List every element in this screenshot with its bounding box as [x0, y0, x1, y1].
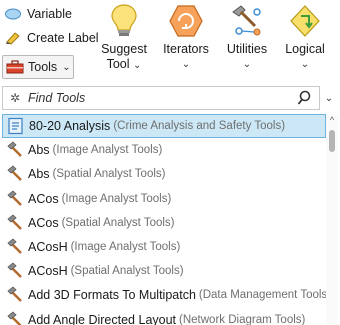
chevron-down-icon: ⌄ — [133, 60, 142, 71]
iterators-button[interactable]: Iterators ⌄ — [159, 2, 213, 80]
logical-button[interactable]: Logical ⌄ — [280, 2, 330, 80]
list-item[interactable]: ACos (Image Analyst Tools) — [2, 187, 326, 211]
tool-name: Add Angle Directed Layout — [28, 312, 177, 325]
suggest-tool-button[interactable]: Suggest Tool ⌄ — [100, 2, 148, 80]
toolbox-name: (Spatial Analyst Tools) — [52, 168, 166, 181]
chevron-down-icon: ⌄ — [181, 59, 191, 70]
hammer-icon — [6, 262, 24, 280]
search-options-dropdown[interactable]: ⌄ — [320, 86, 338, 110]
logical-icon — [285, 2, 325, 40]
toolbox-name: (Image Analyst Tools) — [61, 192, 172, 205]
find-tools-bar: ✲ ⌄ — [2, 86, 338, 110]
tool-name: ACosH — [28, 264, 68, 279]
toolbox-name: (Image Analyst Tools) — [70, 241, 181, 254]
filter-icon[interactable]: ✲ — [6, 91, 24, 105]
list-item[interactable]: Abs (Spatial Analyst Tools) — [2, 162, 326, 186]
toolbox-name: (Spatial Analyst Tools) — [61, 216, 175, 229]
find-tools-box: ✲ — [2, 86, 320, 110]
scroll-up-icon[interactable]: ^ — [326, 114, 338, 126]
variable-icon — [4, 6, 22, 22]
tool-name: ACosH — [28, 240, 68, 255]
toolbox-name: (Crime Analysis and Safety Tools) — [113, 120, 286, 133]
iterators-label: Iterators — [163, 42, 209, 56]
chevron-down-icon: ⌄ — [62, 61, 71, 73]
tool-name: Add 3D Formats To Multipatch — [28, 288, 196, 303]
hammer-icon — [6, 165, 24, 183]
hammer-icon — [6, 190, 24, 208]
modelbuilder-ribbon: Variable Create Label Tools ⌄ Suggest To… — [0, 0, 340, 84]
tools-label: Tools — [28, 60, 58, 74]
tools-dropdown-button[interactable]: Tools ⌄ — [2, 55, 74, 79]
scrollbar-thumb[interactable] — [329, 130, 335, 152]
toolbox-icon — [6, 59, 24, 75]
logical-label: Logical — [285, 42, 325, 56]
utilities-label: Utilities — [226, 42, 268, 56]
utilities-icon — [227, 2, 267, 40]
chevron-down-icon: ⌄ — [242, 59, 252, 70]
toolbox-name: (Spatial Analyst Tools) — [70, 265, 184, 278]
tool-name: Abs — [28, 143, 50, 158]
list-item[interactable]: ACos (Spatial Analyst Tools) — [2, 211, 326, 235]
list-item[interactable]: 80-20 Analysis (Crime Analysis and Safet… — [2, 114, 326, 139]
hammer-icon — [6, 238, 24, 256]
variable-button[interactable]: Variable — [0, 2, 96, 26]
tool-list: 80-20 Analysis (Crime Analysis and Safet… — [2, 114, 326, 325]
label-icon — [4, 30, 22, 46]
find-tools-input[interactable] — [28, 91, 288, 105]
hammer-icon — [6, 311, 24, 325]
suggest-tool-label-2: Tool ⌄ — [106, 57, 142, 71]
insert-group: Variable Create Label Tools ⌄ — [0, 2, 99, 79]
toolbox-name: (Data Management Tools) — [198, 289, 326, 302]
tool-name: 80-20 Analysis — [29, 119, 111, 134]
hammer-icon — [6, 286, 24, 304]
chevron-down-icon: ⌄ — [324, 92, 334, 104]
hammer-icon — [6, 141, 24, 159]
chevron-down-icon: ⌄ — [300, 59, 310, 70]
hammer-icon — [6, 214, 24, 232]
toolbox-name: (Image Analyst Tools) — [52, 144, 163, 157]
vertical-scrollbar[interactable]: ^ — [326, 114, 338, 325]
list-item[interactable]: Abs (Image Analyst Tools) — [2, 138, 326, 162]
list-item[interactable]: Add Angle Directed Layout (Network Diagr… — [2, 308, 326, 325]
toolbox-name: (Network Diagram Tools) — [179, 313, 306, 325]
suggest-tool-label-1: Suggest — [101, 42, 147, 56]
create-label-button[interactable]: Create Label — [0, 26, 99, 50]
tool-name: ACos — [28, 191, 59, 206]
list-item[interactable]: Add 3D Formats To Multipatch (Data Manag… — [2, 283, 326, 307]
tool-name: ACos — [28, 215, 59, 230]
variable-label: Variable — [27, 7, 72, 21]
tool-name: Abs — [28, 167, 50, 182]
iterator-icon — [166, 2, 206, 40]
utilities-button[interactable]: Utilities ⌄ — [222, 2, 272, 80]
script-tool-icon — [7, 117, 25, 135]
list-item[interactable]: ACosH (Spatial Analyst Tools) — [2, 259, 326, 283]
search-icon[interactable] — [297, 90, 311, 106]
lightbulb-icon — [104, 2, 144, 40]
create-label-label: Create Label — [27, 31, 99, 45]
list-item[interactable]: ACosH (Image Analyst Tools) — [2, 235, 326, 259]
